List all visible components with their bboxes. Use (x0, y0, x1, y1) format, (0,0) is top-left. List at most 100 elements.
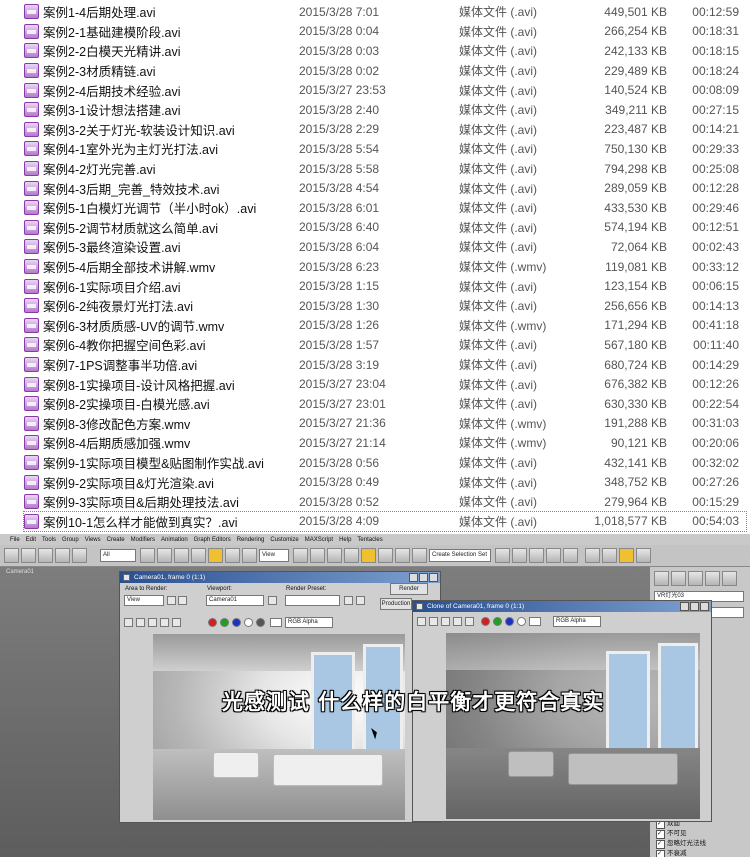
no-decay-checkbox[interactable]: 不衰减 (656, 847, 687, 857)
file-row[interactable]: 案例5-3最终渲染设置.avi 2015/3/28 6:04 媒体文件 (.avi)… (24, 237, 746, 257)
render-setup-icon[interactable] (602, 548, 617, 563)
render-setup-icon[interactable] (344, 596, 353, 605)
quick-render-icon[interactable] (636, 548, 651, 563)
selection-set-select[interactable]: Create Selection Set (429, 549, 491, 562)
file-name[interactable]: 案例6-2纯夜景灯光打法.avi (43, 296, 299, 315)
angle-snap-icon[interactable] (361, 548, 376, 563)
select-by-name-icon[interactable] (157, 548, 172, 563)
close-button[interactable] (429, 573, 438, 582)
menu-item[interactable]: MAXScript (305, 537, 333, 543)
menu-item[interactable]: Views (85, 537, 101, 543)
align-icon[interactable] (512, 548, 527, 563)
file-row[interactable]: 案例10-1怎么样才能做到真实？.avi 2015/3/28 4:09 媒体文件 (… (23, 510, 747, 533)
rotate-icon[interactable] (225, 548, 240, 563)
file-row[interactable]: 案例7-1PS调整事半功倍.avi 2015/3/28 3:19 媒体文件 (.av… (24, 355, 746, 375)
file-row[interactable]: 案例2-1基础建模阶段.avi 2015/3/28 0:04 媒体文件 (.avi)… (24, 22, 746, 42)
maximize-button[interactable] (690, 602, 699, 611)
menu-item[interactable]: Help (339, 537, 351, 543)
bind-icon[interactable] (72, 548, 87, 563)
menu-item[interactable]: Group (62, 537, 79, 543)
layer-icon[interactable] (529, 548, 544, 563)
keyboard-shortcut-icon[interactable] (327, 548, 342, 563)
channel-select[interactable]: RGB Alpha (553, 616, 601, 627)
red-channel-icon[interactable] (208, 618, 217, 627)
blue-channel-icon[interactable] (505, 617, 514, 626)
mono-icon[interactable] (256, 618, 265, 627)
clear-icon[interactable] (465, 617, 474, 626)
file-name[interactable]: 案例9-2实际项目&灯光渲染.avi (43, 473, 299, 492)
hierarchy-tab-icon[interactable] (688, 571, 703, 586)
save-image-icon[interactable] (124, 618, 133, 627)
menu-item[interactable]: Animation (161, 537, 188, 543)
file-name[interactable]: 案例8-3修改配色方案.wmv (43, 414, 299, 433)
curve-editor-icon[interactable] (546, 548, 561, 563)
lock-viewport-icon[interactable] (268, 596, 277, 605)
named-selection-icon[interactable] (412, 548, 427, 563)
unlink-icon[interactable] (55, 548, 70, 563)
motion-tab-icon[interactable] (705, 571, 720, 586)
green-channel-icon[interactable] (493, 617, 502, 626)
file-row[interactable]: 案例6-4教你把握空间色彩.avi 2015/3/28 1:57 媒体文件 (.av… (24, 335, 746, 355)
print-icon[interactable] (160, 618, 169, 627)
file-row[interactable]: 案例8-3修改配色方案.wmv 2015/3/27 21:36 媒体文件 (.wmv… (24, 414, 746, 434)
file-name[interactable]: 案例4-1室外光为主灯光打法.avi (43, 139, 299, 158)
file-name[interactable]: 案例2-3材质精链.avi (43, 61, 299, 80)
file-row[interactable]: 案例8-1实操项目-设计风格把握.avi 2015/3/27 23:04 媒体文件 … (24, 374, 746, 394)
schematic-icon[interactable] (563, 548, 578, 563)
menu-item[interactable]: Rendering (237, 537, 265, 543)
clone-frame-icon[interactable] (441, 617, 450, 626)
file-row[interactable]: 案例4-1室外光为主灯光打法.avi 2015/3/28 5:54 媒体文件 (.a… (24, 139, 746, 159)
file-name[interactable]: 案例6-3材质质感-UV的调节.wmv (43, 316, 299, 335)
create-tab-icon[interactable] (654, 571, 669, 586)
link-icon[interactable] (38, 548, 53, 563)
file-name[interactable]: 案例5-1白模灯光调节（半小时ok）.avi (43, 198, 299, 217)
file-name[interactable]: 案例4-2灯光完善.avi (43, 159, 299, 178)
file-name[interactable]: 案例2-4后期技术经验.avi (43, 81, 299, 100)
file-row[interactable]: 案例8-4后期质感加强.wmv 2015/3/27 21:14 媒体文件 (.wmv… (24, 433, 746, 453)
file-row[interactable]: 案例5-1白模灯光调节（半小时ok）.avi 2015/3/28 6:01 媒体文件… (24, 198, 746, 218)
file-row[interactable]: 案例6-2纯夜景灯光打法.avi 2015/3/28 1:30 媒体文件 (.avi… (24, 296, 746, 316)
select-icon[interactable] (140, 548, 155, 563)
copy-image-icon[interactable] (136, 618, 145, 627)
file-row[interactable]: 案例8-2实操项目-白模光感.avi 2015/3/27 23:01 媒体文件 (.… (24, 394, 746, 414)
file-name[interactable]: 案例9-3实际项目&后期处理技法.avi (43, 492, 299, 511)
file-row[interactable]: 案例9-1实际项目模型&贴图制作实战.avi 2015/3/28 0:56 媒体文件… (24, 453, 746, 473)
copy-image-icon[interactable] (429, 617, 438, 626)
move-icon[interactable] (208, 548, 223, 563)
menu-item[interactable]: Tools (42, 537, 56, 543)
menu-item[interactable]: File (10, 537, 20, 543)
viewport-select[interactable]: Camera01 (206, 595, 264, 606)
file-name[interactable]: 案例8-1实操项目-设计风格把握.avi (43, 375, 299, 394)
file-name[interactable]: 案例3-2关于灯光-软装设计知识.avi (43, 120, 299, 139)
red-channel-icon[interactable] (481, 617, 490, 626)
render-preset-select[interactable] (285, 595, 340, 606)
selection-filter-select[interactable]: All (100, 549, 136, 562)
file-name[interactable]: 案例5-2调节材质就这么简单.avi (43, 218, 299, 237)
file-name[interactable]: 案例3-1设计想法搭建.avi (43, 100, 299, 119)
file-row[interactable]: 案例3-2关于灯光-软装设计知识.avi 2015/3/28 2:29 媒体文件 (… (24, 120, 746, 140)
file-row[interactable]: 案例9-3实际项目&后期处理技法.avi 2015/3/28 0:52 媒体文件 (… (24, 492, 746, 512)
window-crossing-icon[interactable] (191, 548, 206, 563)
minimize-button[interactable] (680, 602, 689, 611)
render-frame-icon[interactable] (619, 548, 634, 563)
snap-icon[interactable] (344, 548, 359, 563)
percent-snap-icon[interactable] (378, 548, 393, 563)
file-row[interactable]: 案例3-1设计想法搭建.avi 2015/3/28 2:40 媒体文件 (.avi)… (24, 100, 746, 120)
file-row[interactable]: 案例2-2白模天光精讲.avi 2015/3/28 0:03 媒体文件 (.avi)… (24, 41, 746, 61)
close-button[interactable] (700, 602, 709, 611)
file-name[interactable]: 案例6-1实际项目介绍.avi (43, 277, 299, 296)
file-row[interactable]: 案例4-2灯光完善.avi 2015/3/28 5:58 媒体文件 (.avi) 79… (24, 159, 746, 179)
print-icon[interactable] (453, 617, 462, 626)
file-name[interactable]: 案例6-4教你把握空间色彩.avi (43, 335, 299, 354)
file-row[interactable]: 案例2-3材质精链.avi 2015/3/28 0:02 媒体文件 (.avi) 22… (24, 61, 746, 81)
file-name[interactable]: 案例8-2实操项目-白模光感.avi (43, 394, 299, 413)
menu-item[interactable]: Customize (270, 537, 298, 543)
display-tab-icon[interactable] (722, 571, 737, 586)
menu-item[interactable]: Modifiers (131, 537, 155, 543)
alpha-channel-icon[interactable] (517, 617, 526, 626)
environment-icon[interactable] (356, 596, 365, 605)
undo-icon[interactable] (4, 548, 19, 563)
alpha-channel-icon[interactable] (244, 618, 253, 627)
file-row[interactable]: 案例6-1实际项目介绍.avi 2015/3/28 1:15 媒体文件 (.avi)… (24, 276, 746, 296)
viewport-label[interactable]: Camera01 (6, 569, 34, 575)
